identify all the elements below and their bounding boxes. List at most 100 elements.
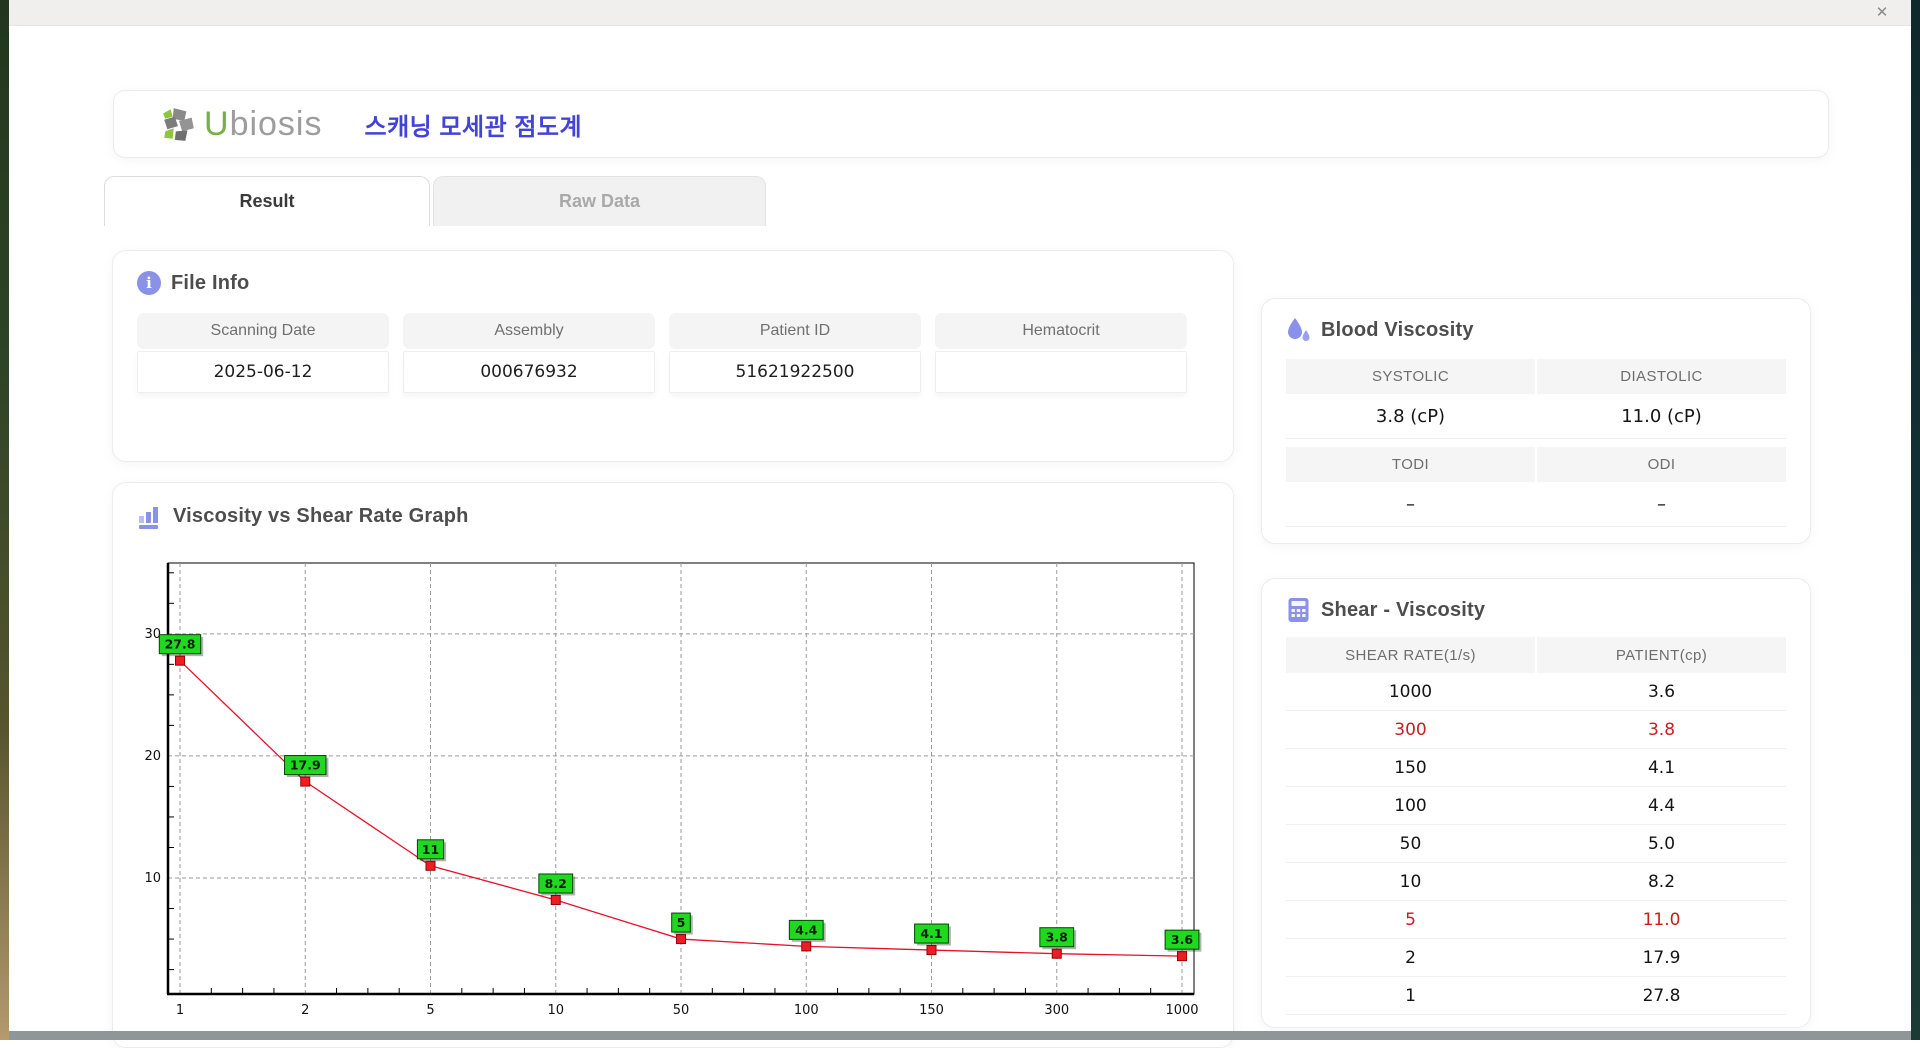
bv-header-row-cell: DIASTOLIC: [1537, 359, 1786, 394]
shear-viscosity-title: Shear - Viscosity: [1321, 598, 1486, 621]
blood-viscosity-card: Blood Viscosity SYSTOLIC DIASTOLIC 3.8 (cP…: [1261, 298, 1811, 544]
shear-table-cell: 1000: [1388, 681, 1433, 702]
file-info-field-3: Hematocrit: [935, 313, 1187, 393]
calculator-icon: [1288, 598, 1309, 622]
bv-value-row: 3.8 (cP) 11.0 (cP): [1286, 394, 1786, 439]
window-titlebar: ✕: [9, 0, 1911, 26]
svg-text:4.4: 4.4: [795, 922, 817, 937]
shear-table-cell: 1: [1405, 985, 1416, 1006]
logo: Ubiosis: [160, 105, 323, 144]
svg-text:3.8: 3.8: [1046, 930, 1068, 945]
bv-header-row-2-cell: TODI: [1286, 447, 1535, 482]
file-info-field-value: 51621922500: [669, 351, 921, 393]
svg-text:2: 2: [301, 1003, 309, 1018]
file-info-field-1: Assembly 000676932: [403, 313, 655, 393]
shear-table-cell: 3.8: [1647, 719, 1676, 740]
file-info-field-label: Hematocrit: [935, 313, 1187, 349]
bv-header-row-2: TODI ODI: [1286, 447, 1786, 482]
graph-card: Viscosity vs Shear Rate Graph 10 20 30 1 2 5 1…: [112, 482, 1234, 1048]
svg-text:4.1: 4.1: [920, 926, 942, 941]
file-info-title: File Info: [171, 271, 250, 294]
shear-table-column-header: SHEAR RATE(1/s): [1286, 637, 1535, 673]
svg-text:17.9: 17.9: [290, 758, 321, 773]
shear-table-cell: 10: [1399, 871, 1422, 892]
shear-table-row: 2 17.9: [1286, 939, 1786, 977]
shear-table-header: SHEAR RATE(1/s) PATIENT(cp): [1286, 637, 1786, 673]
file-info-grid: Scanning Date 2025-06-12 Assembly 000676932…: [137, 313, 1209, 393]
logo-text-rest: biosis: [229, 104, 323, 143]
bar-chart-icon: [139, 507, 158, 529]
svg-text:20: 20: [144, 749, 161, 764]
file-info-card: i File Info Scanning Date 2025-06-12 Assem…: [112, 250, 1234, 462]
bv-value-row-2-cell: –: [1286, 482, 1535, 527]
svg-text:1: 1: [176, 1003, 184, 1018]
shear-table-cell: 5.0: [1647, 833, 1676, 854]
shear-table-cell: 3.6: [1647, 681, 1676, 702]
shear-viscosity-card: Shear - Viscosity SHEAR RATE(1/s) PATIENT…: [1261, 578, 1811, 1028]
header-card: Ubiosis 스캐닝 모세관 점도계: [113, 90, 1829, 158]
ubiosis-logo-icon: [163, 108, 194, 141]
tab-raw-data[interactable]: Raw Data: [433, 176, 766, 226]
svg-text:150: 150: [919, 1003, 944, 1018]
svg-text:5: 5: [426, 1003, 434, 1018]
logo-text: Ubiosis: [204, 105, 323, 144]
bv-header-row-cell: SYSTOLIC: [1286, 359, 1535, 394]
droplets-icon: [1288, 318, 1310, 341]
viscosity-chart: 10 20 30 1 2 5 10 50 100 150 300 1000 27.8 17.9 11 8.2 5…: [140, 557, 1205, 1022]
file-info-field-0: Scanning Date 2025-06-12: [137, 313, 389, 393]
shear-viscosity-table: SHEAR RATE(1/s) PATIENT(cp) 1000 3.6 300 3.8 1…: [1286, 637, 1786, 1015]
shear-table-row: 1 27.8: [1286, 977, 1786, 1015]
window-body: Ubiosis 스캐닝 모세관 점도계 Result Raw Data i Fi…: [9, 26, 1911, 1048]
shear-table-row: 100 4.4: [1286, 787, 1786, 825]
shear-table-cell: 4.1: [1647, 757, 1676, 778]
close-icon[interactable]: ✕: [1871, 3, 1893, 23]
shear-table-cell: 2: [1405, 947, 1416, 968]
tab-result-label: Result: [239, 191, 295, 211]
bv-value-row-2-cell: –: [1537, 482, 1786, 527]
svg-text:300: 300: [1044, 1003, 1069, 1018]
blood-viscosity-table: SYSTOLIC DIASTOLIC 3.8 (cP) 11.0 (cP) TODI OD…: [1286, 359, 1786, 527]
shear-table-row: 150 4.1: [1286, 749, 1786, 787]
logo-text-u: U: [204, 104, 230, 143]
file-info-field-label: Scanning Date: [137, 313, 389, 349]
svg-text:30: 30: [144, 627, 161, 642]
tab-raw-data-label: Raw Data: [558, 191, 641, 211]
shear-table-cell: 50: [1399, 833, 1422, 854]
shear-table-cell: 100: [1394, 795, 1427, 816]
shear-table-column-header: PATIENT(cp): [1537, 637, 1786, 673]
svg-text:27.8: 27.8: [165, 637, 196, 652]
file-info-field-value: 000676932: [403, 351, 655, 393]
shear-table-cell: 4.4: [1647, 795, 1676, 816]
app-title: 스캐닝 모세관 점도계: [364, 113, 583, 141]
shear-table-row: 5 11.0: [1286, 901, 1786, 939]
shear-table-cell: 150: [1394, 757, 1427, 778]
svg-text:8.2: 8.2: [545, 876, 567, 891]
svg-text:100: 100: [794, 1003, 819, 1018]
shear-table-row: 1000 3.6: [1286, 673, 1786, 711]
svg-text:11: 11: [422, 842, 439, 857]
shear-table-cell: 27.8: [1642, 985, 1681, 1006]
file-info-field-value: 2025-06-12: [137, 351, 389, 393]
file-info-field-label: Patient ID: [669, 313, 921, 349]
shear-table-row: 300 3.8: [1286, 711, 1786, 749]
shear-table-cell: 5: [1405, 909, 1416, 930]
svg-text:10: 10: [144, 871, 161, 886]
window-bottom-frame: [9, 1031, 1911, 1040]
file-info-field-label: Assembly: [403, 313, 655, 349]
blood-viscosity-title: Blood Viscosity: [1321, 318, 1474, 341]
svg-text:10: 10: [547, 1003, 564, 1018]
shear-table-cell: 11.0: [1642, 909, 1681, 930]
bv-value-row-cell: 3.8 (cP): [1286, 394, 1535, 439]
shear-table-cell: 17.9: [1642, 947, 1681, 968]
chart-canvas: 10 20 30 1 2 5 10 50 100 150 300 1000 27.8 17.9 11 8.2 5…: [144, 562, 1202, 1018]
desktop-wallpaper-left: [0, 0, 9, 1040]
bv-header-row: SYSTOLIC DIASTOLIC: [1286, 359, 1786, 394]
file-info-field-2: Patient ID 51621922500: [669, 313, 921, 393]
shear-table-row: 10 8.2: [1286, 863, 1786, 901]
shear-table-row: 50 5.0: [1286, 825, 1786, 863]
tab-result[interactable]: Result: [104, 176, 430, 226]
bv-value-row-cell: 11.0 (cP): [1537, 394, 1786, 439]
svg-text:5: 5: [677, 915, 686, 930]
desktop-wallpaper-right: [1911, 0, 1920, 1040]
svg-text:50: 50: [673, 1003, 690, 1018]
